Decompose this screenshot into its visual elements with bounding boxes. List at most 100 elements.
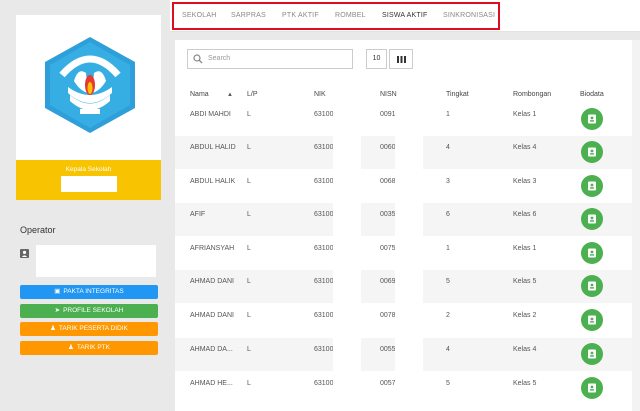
nik-redaction — [333, 111, 361, 387]
cell-tingkat: 1 — [446, 245, 450, 252]
tab-highlight-box — [172, 2, 500, 30]
header-biodata: Biodata — [580, 91, 604, 98]
cell-lp: L — [247, 278, 251, 285]
biodata-button[interactable] — [581, 377, 603, 399]
cell-nama: ABDI MAHDI — [190, 111, 231, 118]
search-input[interactable]: Search — [187, 49, 353, 69]
user-icon — [20, 249, 29, 258]
header-nik[interactable]: NIK — [314, 91, 326, 98]
biodata-button[interactable] — [581, 309, 603, 331]
profile-sekolah-button[interactable]: ➤ PROFILE SEKOLAH — [20, 304, 158, 318]
tarik-ptk-label: TARIK PTK — [76, 344, 110, 351]
page-size-select[interactable]: 10 — [366, 49, 387, 69]
cell-lp: L — [247, 144, 251, 151]
cell-rombongan: Kelas 4 — [513, 144, 537, 151]
cell-rombongan: Kelas 5 — [513, 380, 537, 387]
cell-nama: AHMAD DA... — [190, 346, 233, 353]
tarik-peserta-didik-button[interactable]: ♟ TARIK PESERTA DIDIK — [20, 322, 158, 336]
cell-tingkat: 5 — [446, 380, 450, 387]
tarik-peserta-didik-label: TARIK PESERTA DIDIK — [58, 325, 128, 332]
sort-asc-icon[interactable]: ▲ — [227, 92, 233, 98]
cell-nisn: 0060 — [380, 144, 396, 151]
cell-nik: 63100 — [314, 278, 334, 285]
cell-nik: 63100 — [314, 346, 334, 353]
cell-tingkat: 4 — [446, 144, 450, 151]
cell-tingkat: 4 — [446, 346, 450, 353]
kepala-sekolah-name-redacted — [60, 176, 117, 192]
id-card-icon — [588, 181, 596, 191]
nisn-redaction — [395, 111, 423, 387]
header-nama[interactable]: Nama — [190, 91, 209, 98]
operator-name-redacted — [36, 245, 156, 277]
cell-nik: 63100 — [314, 111, 334, 118]
cell-nama: ABDUL HALID — [190, 144, 236, 151]
cell-nisn: 0078 — [380, 312, 396, 319]
cell-tingkat: 6 — [446, 211, 450, 218]
header-rombongan[interactable]: Rombongan — [513, 91, 551, 98]
id-card-icon — [588, 383, 596, 393]
cell-lp: L — [247, 380, 251, 387]
scrollbar[interactable] — [632, 40, 640, 411]
cell-nik: 63100 — [314, 380, 334, 387]
id-card-icon — [588, 349, 596, 359]
search-placeholder: Search — [208, 55, 231, 62]
biodata-button[interactable] — [581, 108, 603, 130]
cell-lp: L — [247, 245, 251, 252]
tut-wuri-handayani-logo — [40, 35, 140, 135]
cell-nama: AHMAD DANI — [190, 312, 234, 319]
cell-nisn: 0035 — [380, 211, 396, 218]
operator-title: Operator — [20, 225, 56, 235]
biodata-button[interactable] — [581, 208, 603, 230]
cell-nik: 63100 — [314, 178, 334, 185]
header-lp[interactable]: L/P — [247, 91, 258, 98]
cell-nisn: 0068 — [380, 178, 396, 185]
id-card-icon — [588, 114, 596, 124]
cell-rombongan: Kelas 4 — [513, 346, 537, 353]
cell-lp: L — [247, 346, 251, 353]
biodata-button[interactable] — [581, 175, 603, 197]
cell-lp: L — [247, 178, 251, 185]
header-tingkat[interactable]: Tingkat — [446, 91, 469, 98]
cell-nisn: 0057 — [380, 380, 396, 387]
biodata-button[interactable] — [581, 242, 603, 264]
pakta-integritas-label: PAKTA INTEGRITAS — [63, 288, 124, 295]
search-icon — [193, 54, 203, 64]
cell-nama: AFRIANSYAH — [190, 245, 235, 252]
biodata-button[interactable] — [581, 275, 603, 297]
cell-lp: L — [247, 211, 251, 218]
columns-icon — [397, 56, 406, 63]
tarik-ptk-button[interactable]: ♟ TARIK PTK — [20, 341, 158, 355]
id-card-icon — [588, 315, 596, 325]
biodata-button[interactable] — [581, 343, 603, 365]
cell-nisn: 0075 — [380, 245, 396, 252]
cell-rombongan: Kelas 2 — [513, 312, 537, 319]
id-card-icon — [588, 248, 596, 258]
cell-nama: AHMAD DANI — [190, 278, 234, 285]
biodata-button[interactable] — [581, 141, 603, 163]
profile-sekolah-label: PROFILE SEKOLAH — [63, 307, 124, 314]
id-card-icon — [588, 281, 596, 291]
cell-rombongan: Kelas 6 — [513, 211, 537, 218]
header-nisn[interactable]: NISN — [380, 91, 397, 98]
cell-rombongan: Kelas 5 — [513, 278, 537, 285]
cell-nisn: 0091 — [380, 111, 396, 118]
cell-nik: 63100 — [314, 245, 334, 252]
send-icon: ➤ — [54, 307, 61, 314]
id-card-icon — [588, 214, 596, 224]
school-card: Kepala Sekolah — [16, 15, 161, 200]
document-icon: ▣ — [54, 288, 61, 295]
users-icon: ♟ — [68, 344, 74, 351]
cell-rombongan: Kelas 1 — [513, 111, 537, 118]
cell-nik: 63100 — [314, 144, 334, 151]
cell-lp: L — [247, 111, 251, 118]
users-icon: ♟ — [50, 325, 56, 332]
cell-nama: AHMAD HE... — [190, 380, 233, 387]
columns-toggle-button[interactable] — [389, 49, 413, 69]
cell-rombongan: Kelas 3 — [513, 178, 537, 185]
cell-nama: ABDUL HALIK — [190, 178, 236, 185]
cell-nik: 63100 — [314, 312, 334, 319]
id-card-icon — [588, 147, 596, 157]
cell-nik: 63100 — [314, 211, 334, 218]
pakta-integritas-button[interactable]: ▣ PAKTA INTEGRITAS — [20, 285, 158, 299]
kepala-sekolah-box: Kepala Sekolah — [16, 160, 161, 200]
